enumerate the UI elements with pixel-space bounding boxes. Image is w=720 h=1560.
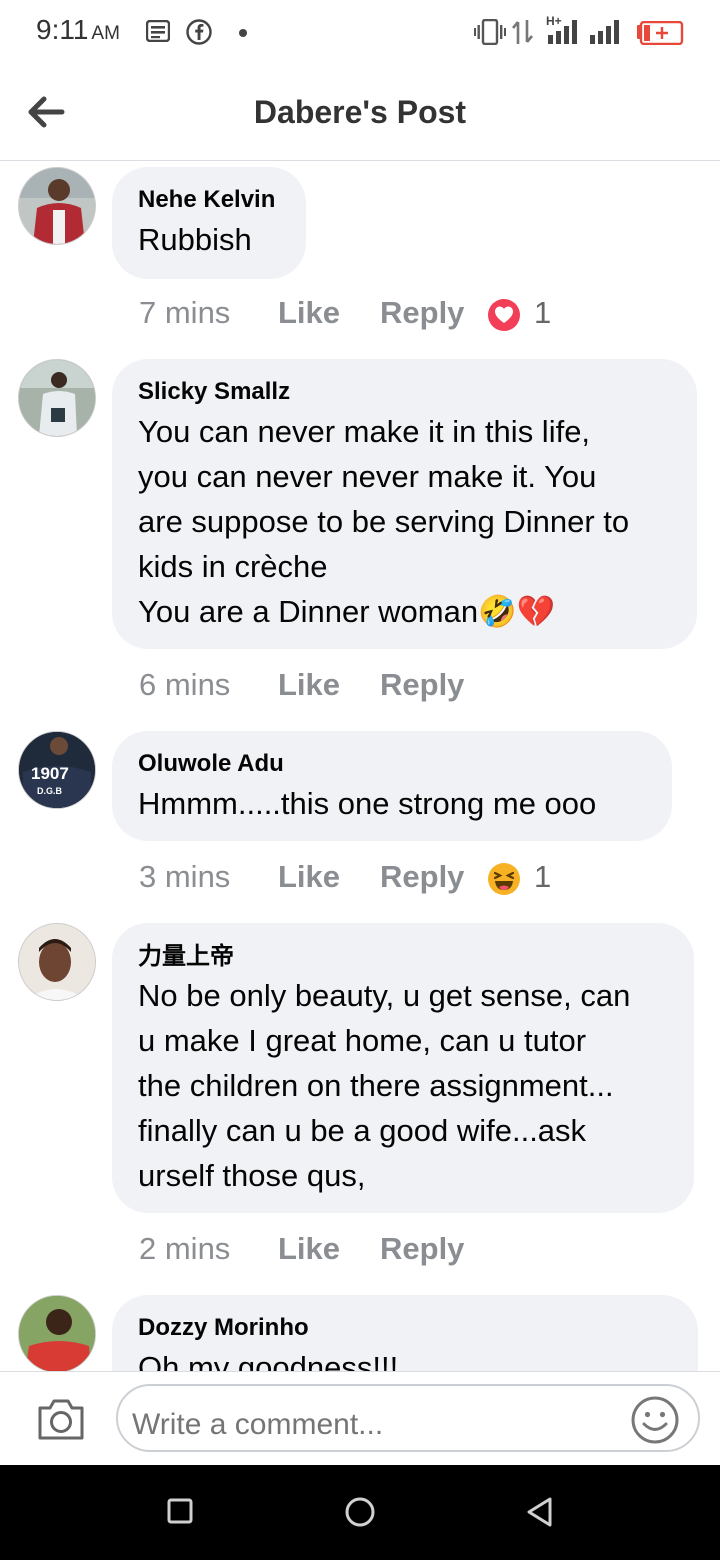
reply-button[interactable]: Reply xyxy=(380,859,464,895)
recent-apps-icon[interactable] xyxy=(166,1495,194,1529)
avatar[interactable] xyxy=(18,1295,96,1371)
comment-time[interactable]: 7 mins xyxy=(139,295,230,331)
comment-text: No be only beauty, u get sense, can u ma… xyxy=(138,978,631,1193)
comment-actions: 6 mins Like Reply xyxy=(139,667,589,707)
comment-time[interactable]: 3 mins xyxy=(139,859,230,895)
notification-news-icon xyxy=(146,20,170,42)
profile-photo-icon xyxy=(19,360,95,436)
like-button[interactable]: Like xyxy=(278,1231,340,1267)
reaction-count[interactable]: 1 xyxy=(534,859,551,895)
like-button[interactable]: Like xyxy=(278,667,340,703)
system-navigation-bar xyxy=(0,1465,720,1560)
data-transfer-icon xyxy=(512,20,533,44)
avatar-jersey-text: D.G.B xyxy=(37,786,63,796)
comment-actions: 3 mins Like Reply 1 xyxy=(139,859,589,899)
avatar[interactable] xyxy=(18,359,96,437)
emoji-icon[interactable] xyxy=(630,1395,680,1445)
haha-reaction-icon[interactable] xyxy=(487,862,521,896)
comment-input[interactable] xyxy=(116,1384,700,1452)
comment-text: Hmmm.....this one strong me ooo xyxy=(138,786,597,821)
page-title: Dabere's Post xyxy=(253,94,467,130)
avatar[interactable] xyxy=(18,167,96,245)
comment-author[interactable]: 力量上帝 xyxy=(138,939,668,973)
home-icon[interactable] xyxy=(343,1495,377,1529)
profile-photo-icon xyxy=(19,924,95,1000)
comment-time[interactable]: 6 mins xyxy=(139,667,230,703)
comment-author[interactable]: Oluwole Adu xyxy=(138,747,646,781)
comment-text: Oh my goodness!!! xyxy=(138,1350,399,1371)
comment-composer xyxy=(0,1371,720,1466)
comment-text: You can never make it in this life, you … xyxy=(138,414,630,629)
camera-icon[interactable] xyxy=(36,1396,86,1442)
like-button[interactable]: Like xyxy=(278,295,340,331)
profile-photo-icon xyxy=(19,1296,95,1371)
comment-bubble[interactable]: 力量上帝 No be only beauty, u get sense, can… xyxy=(112,923,694,1213)
status-bar: 9:11 AM H+ xyxy=(0,0,720,66)
comment-author[interactable]: Slicky Smallz xyxy=(138,375,671,409)
avatar[interactable]: 1907 D.G.B xyxy=(18,731,96,809)
reaction-count[interactable]: 1 xyxy=(534,295,551,331)
comment-author[interactable]: Dozzy Morinho xyxy=(138,1311,672,1345)
signal-strength-icon-2 xyxy=(590,20,619,44)
back-icon[interactable] xyxy=(524,1495,556,1529)
reply-button[interactable]: Reply xyxy=(380,1231,464,1267)
avatar-jersey-number: 1907 xyxy=(31,764,69,783)
like-button[interactable]: Like xyxy=(278,859,340,895)
facebook-notification-icon xyxy=(186,19,212,45)
app-header: Dabere's Post xyxy=(0,66,720,161)
comment-author[interactable]: Nehe Kelvin xyxy=(138,183,280,217)
notification-dot-icon xyxy=(239,29,247,37)
comment-bubble[interactable]: Oluwole Adu Hmmm.....this one strong me … xyxy=(112,731,672,841)
comment-text: Rubbish xyxy=(138,222,252,257)
reply-button[interactable]: Reply xyxy=(380,295,464,331)
comment-feed[interactable]: Nehe Kelvin Rubbish 7 mins Like Reply 1 xyxy=(0,161,720,1371)
reply-button[interactable]: Reply xyxy=(380,667,464,703)
battery-low-icon xyxy=(637,21,684,45)
profile-photo-icon xyxy=(19,168,95,244)
comment-bubble[interactable]: Nehe Kelvin Rubbish xyxy=(112,167,306,279)
comment-bubble[interactable]: Slicky Smallz You can never make it in t… xyxy=(112,359,697,649)
signal-strength-icon-1 xyxy=(548,20,577,44)
heart-reaction-icon[interactable] xyxy=(487,298,521,332)
vibrate-icon xyxy=(474,19,506,45)
avatar[interactable] xyxy=(18,923,96,1001)
screen: 9:11 AM H+ Dabere's Post Nehe Kelvin Rub… xyxy=(0,0,720,1560)
comment-actions: 2 mins Like Reply xyxy=(139,1231,589,1271)
comment-time[interactable]: 2 mins xyxy=(139,1231,230,1267)
comment-bubble[interactable]: Dozzy Morinho Oh my goodness!!! xyxy=(112,1295,698,1371)
comment-actions: 7 mins Like Reply 1 xyxy=(139,295,589,335)
status-time: 9:11 AM xyxy=(36,14,120,45)
